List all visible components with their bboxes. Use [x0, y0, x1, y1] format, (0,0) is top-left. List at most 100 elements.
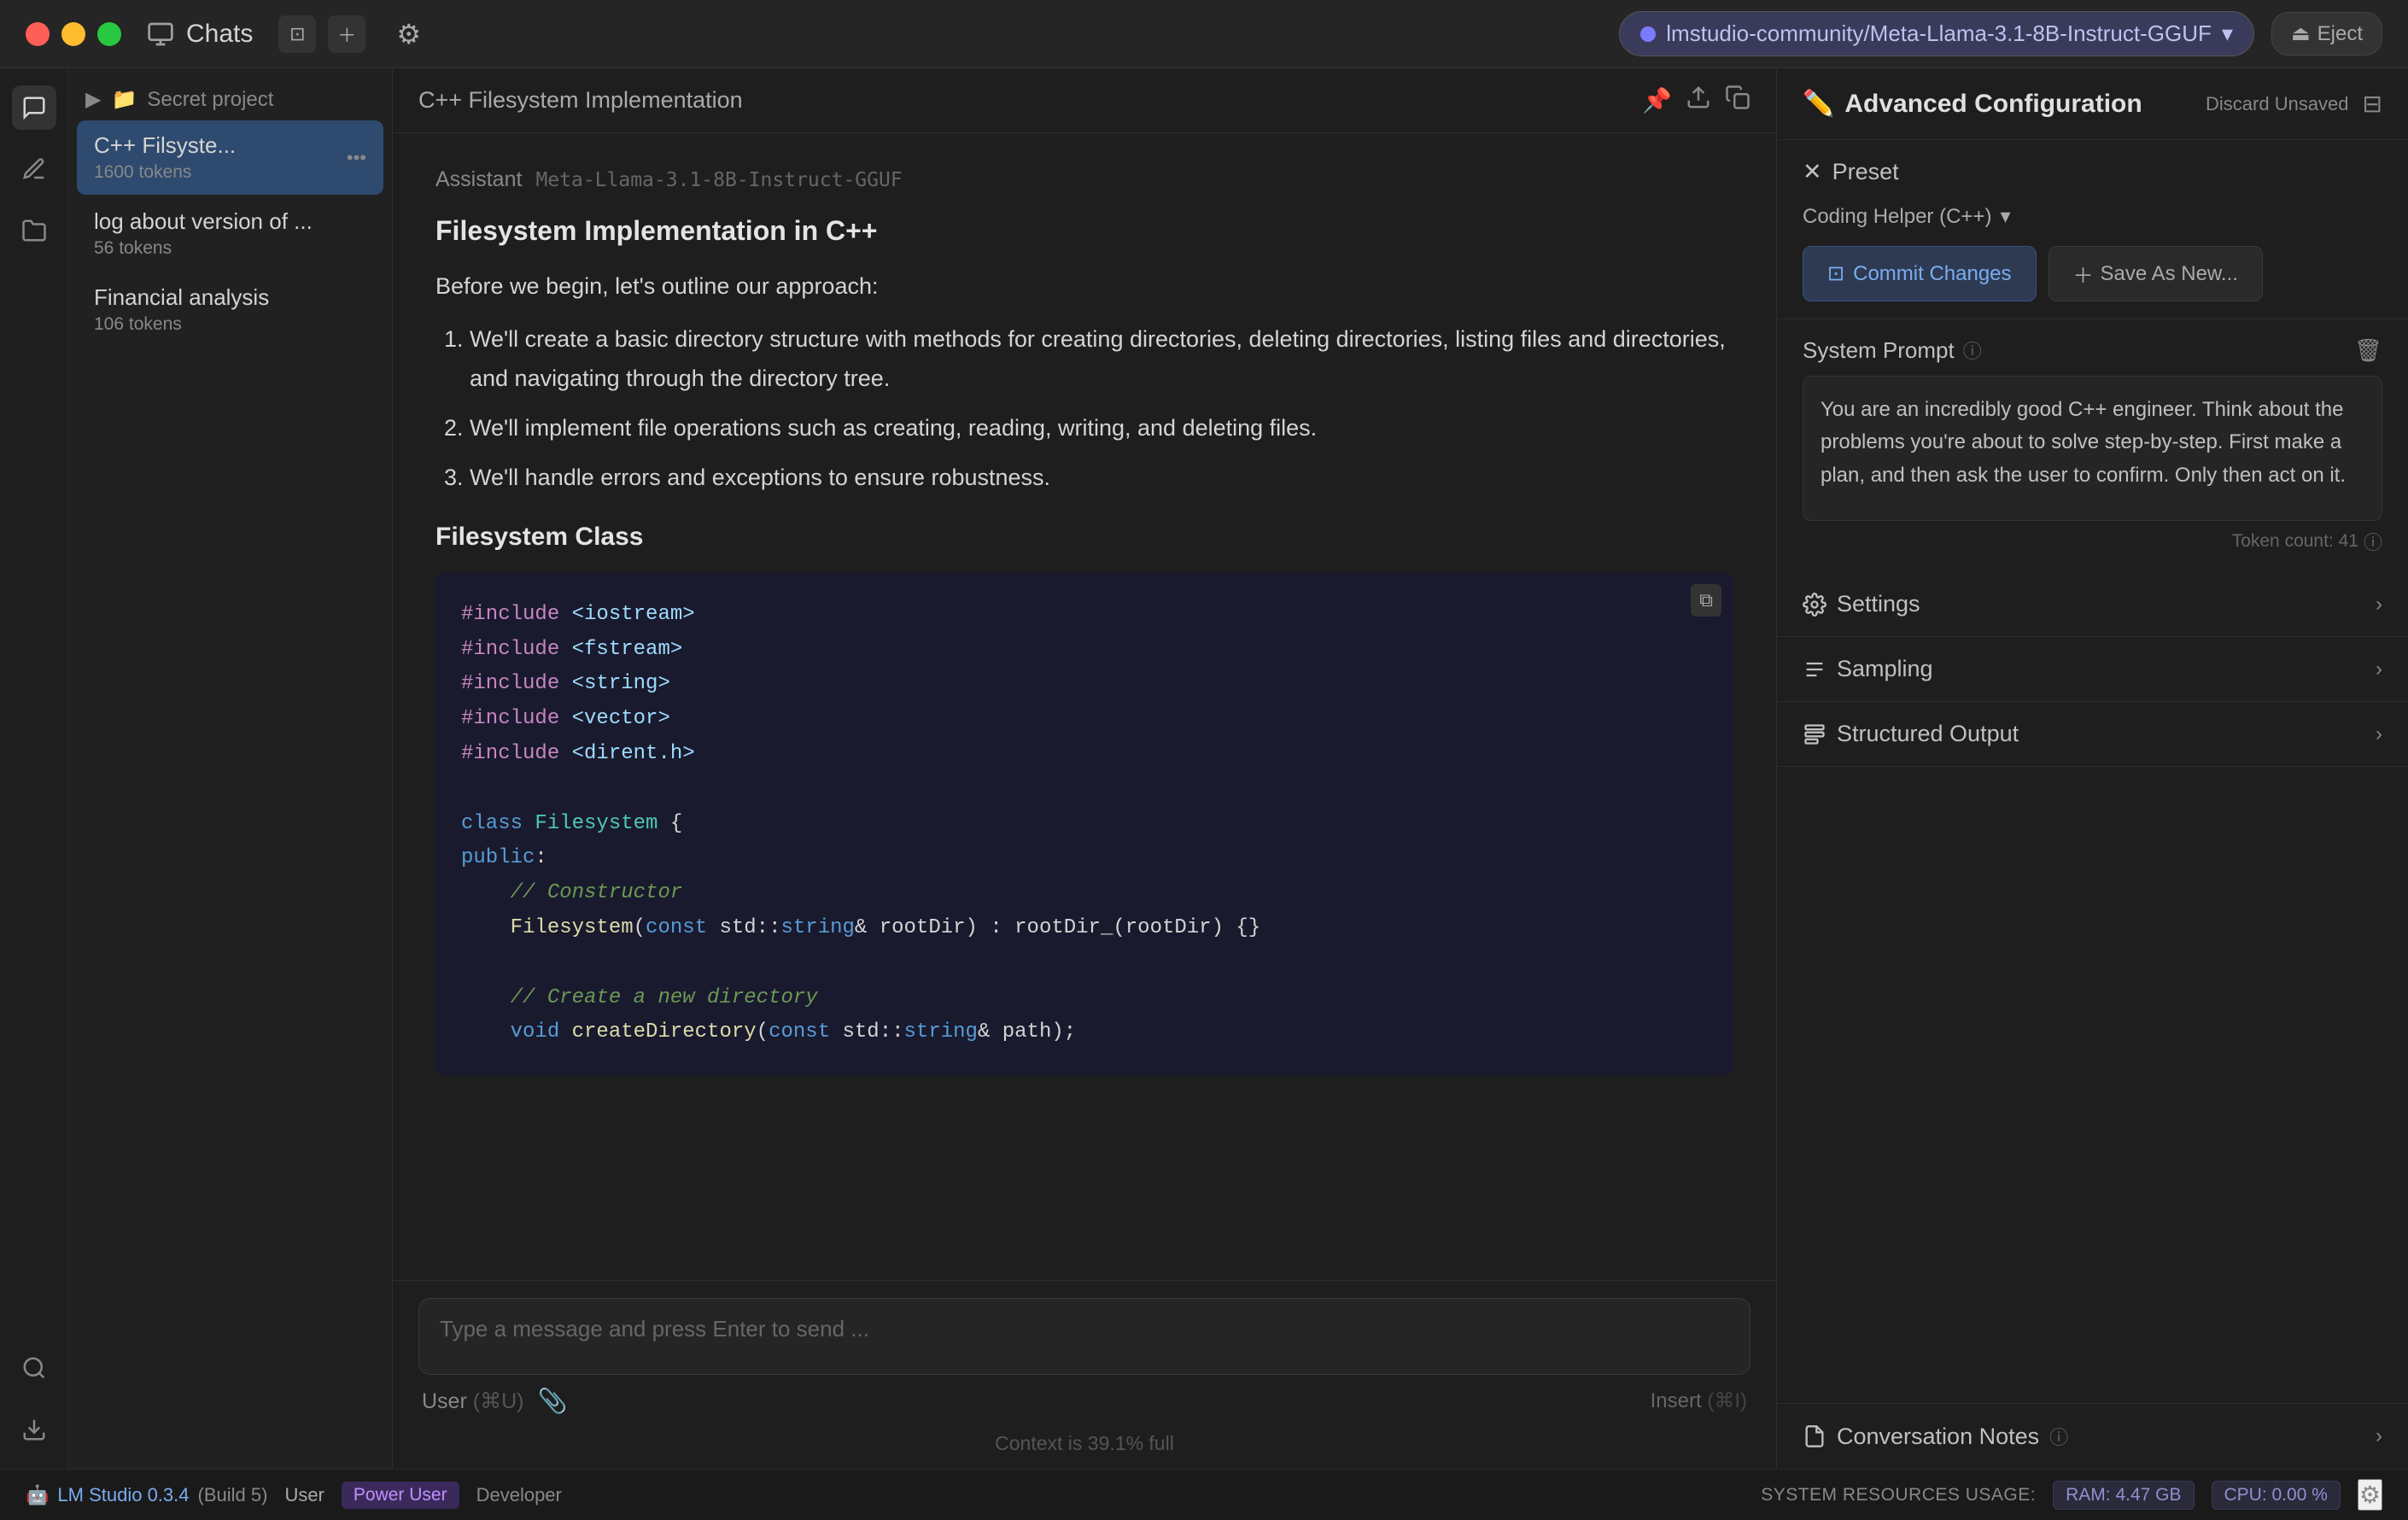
system-prompt-info-icon[interactable]: ⓘ [1963, 336, 1982, 364]
settings-title: Settings [1803, 591, 1920, 617]
attach-button[interactable]: 📎 [537, 1387, 567, 1415]
chat-input-left: User (⌘U) 📎 [422, 1387, 567, 1415]
maximize-button[interactable] [97, 22, 121, 46]
close-button[interactable] [26, 22, 50, 46]
user-role-label: User (⌘U) [422, 1388, 523, 1414]
sidebar-item-chat[interactable] [12, 85, 56, 130]
discard-button[interactable]: Discard Unsaved [2206, 93, 2349, 115]
preset-actions: ⊡ Commit Changes ＋ Save As New... [1777, 246, 2408, 319]
message-steps: We'll create a basic directory structure… [435, 320, 1733, 498]
conversation-notes-section[interactable]: Conversation Notes ⓘ › [1777, 1403, 2408, 1469]
system-prompt-header: System Prompt ⓘ 🗑 [1803, 319, 2382, 376]
statusbar-app-name: LM Studio 0.3.4 [57, 1484, 189, 1506]
copy-icon[interactable] [1725, 85, 1750, 116]
notes-info-icon[interactable]: ⓘ [2049, 1423, 2068, 1450]
new-folder-button[interactable]: ⊡ [278, 15, 316, 53]
message-header: Assistant Meta-Llama-3.1-8B-Instruct-GGU… [435, 167, 1733, 192]
sampling-title: Sampling [1803, 656, 1933, 682]
settings-icon[interactable]: ⚙ [396, 18, 421, 50]
sidebar-item-search[interactable] [12, 1346, 56, 1390]
message-model: Meta-Llama-3.1-8B-Instruct-GGUF [535, 169, 902, 191]
titlebar-icons: ⊡ ＋ [278, 15, 365, 53]
add-chat-button[interactable]: ＋ [328, 15, 365, 53]
step-3: We'll handle errors and exceptions to en… [470, 459, 1733, 498]
chats-tab[interactable]: Chats [147, 20, 253, 49]
sidebar-item-folder[interactable] [12, 208, 56, 253]
chat-item-name: Financial analysis [94, 284, 366, 311]
section-title: Filesystem Class [435, 515, 1733, 558]
system-prompt-delete-button[interactable]: 🗑 [2354, 337, 2382, 364]
statusbar-build: (Build 5) [198, 1484, 268, 1506]
settings-icon [1803, 593, 1826, 617]
commit-changes-button[interactable]: ⊡ Commit Changes [1803, 246, 2037, 301]
token-count-info-icon[interactable]: ⓘ [2364, 528, 2382, 555]
lm-studio-icon: 🤖 [26, 1484, 49, 1506]
chat-input-footer: User (⌘U) 📎 Insert (⌘I) [418, 1375, 1750, 1432]
preset-section: ✕ Preset Coding Helper (C++) ▾ ⊡ Commit … [1777, 140, 2408, 319]
chat-item-name: log about version of ... [94, 208, 366, 235]
preset-header: ✕ Preset [1777, 140, 2408, 204]
model-indicator [1640, 26, 1656, 42]
settings-chevron-icon: › [2376, 593, 2382, 617]
panel-layout-icon[interactable]: ⊟ [2363, 90, 2382, 118]
titlebar: Chats ⊡ ＋ ⚙ lmstudio-community/Meta-Llam… [0, 0, 2408, 68]
statusbar-gear-icon[interactable]: ⚙ [2358, 1479, 2382, 1511]
system-prompt-section: System Prompt ⓘ 🗑 You are an incredibly … [1777, 319, 2408, 572]
sampling-section[interactable]: Sampling › [1777, 637, 2408, 702]
chat-input-placeholder: Type a message and press Enter to send .… [440, 1316, 869, 1342]
settings-section[interactable]: Settings › [1777, 572, 2408, 637]
chat-item-log[interactable]: log about version of ... 56 tokens [77, 196, 383, 271]
structured-output-chevron-icon: › [2376, 722, 2382, 746]
code-content: #include <iostream> #include <fstream> #… [461, 598, 1708, 1050]
chat-input-box[interactable]: Type a message and press Enter to send .… [418, 1298, 1750, 1375]
chat-item-tokens: 56 tokens [94, 238, 366, 259]
main-content: ▶ 📁 Secret project C++ Filsyste... 1600 … [0, 68, 2408, 1469]
chat-sidebar: ▶ 📁 Secret project C++ Filsyste... 1600 … [68, 68, 393, 1469]
chat-header: C++ Filesystem Implementation 📌 [393, 68, 1776, 133]
eject-button[interactable]: ⏏ Eject [2271, 12, 2382, 56]
chevron-right-icon: ▶ [85, 87, 101, 112]
chat-messages: Assistant Meta-Llama-3.1-8B-Instruct-GGU… [393, 133, 1776, 1280]
notes-chevron-icon: › [2376, 1424, 2382, 1448]
notes-icon [1803, 1424, 1826, 1448]
chat-item-tokens: 1600 tokens [94, 162, 347, 183]
chat-group-secret-project[interactable]: ▶ 📁 Secret project [68, 80, 392, 119]
group-label: Secret project [147, 88, 273, 112]
ram-usage: RAM: 4.47 GB [2053, 1481, 2194, 1510]
minimize-button[interactable] [61, 22, 85, 46]
preset-title: ✕ Preset [1803, 159, 1899, 185]
cpu-usage: CPU: 0.00 % [2212, 1481, 2341, 1510]
power-user-badge[interactable]: Power User [342, 1482, 459, 1509]
chat-header-icons: 📌 [1642, 85, 1750, 116]
chat-header-title: C++ Filesystem Implementation [418, 87, 743, 114]
structured-output-icon [1803, 722, 1826, 746]
sampling-chevron-icon: › [2376, 658, 2382, 681]
close-icon: ✕ [1803, 159, 1822, 185]
coding-helper-dropdown[interactable]: Coding Helper (C++) ▾ [1803, 204, 2010, 229]
save-as-new-button[interactable]: ＋ Save As New... [2049, 246, 2263, 301]
system-prompt-textarea[interactable]: You are an incredibly good C++ engineer.… [1803, 376, 2382, 521]
traffic-lights [26, 22, 121, 46]
model-selector[interactable]: lmstudio-community/Meta-Llama-3.1-8B-Ins… [1619, 11, 2254, 56]
chat-item-cpp-filesystem[interactable]: C++ Filsyste... 1600 tokens ••• [77, 120, 383, 195]
statusbar: 🤖 LM Studio 0.3.4 (Build 5) User Power U… [0, 1469, 2408, 1520]
model-name: lmstudio-community/Meta-Llama-3.1-8B-Ins… [1666, 20, 2212, 47]
sidebar-item-compose[interactable] [12, 147, 56, 191]
statusbar-logo: 🤖 LM Studio 0.3.4 (Build 5) [26, 1484, 267, 1506]
message-role: Assistant [435, 167, 522, 192]
code-copy-button[interactable]: ⧉ [1691, 584, 1721, 617]
chat-area: C++ Filesystem Implementation 📌 Assistan… [393, 68, 1776, 1469]
folder-icon: 📁 [111, 87, 137, 112]
icon-sidebar [0, 68, 68, 1469]
system-resources-label: SYSTEM RESOURCES USAGE: [1761, 1485, 2036, 1505]
pin-icon[interactable]: 📌 [1642, 85, 1672, 116]
sampling-icon [1803, 658, 1826, 681]
structured-output-section[interactable]: Structured Output › [1777, 702, 2408, 767]
coding-helper-row: Coding Helper (C++) ▾ [1777, 204, 2408, 246]
share-icon[interactable] [1686, 85, 1711, 116]
chat-item-menu-icon[interactable]: ••• [347, 147, 366, 169]
chat-item-financial[interactable]: Financial analysis 106 tokens [77, 272, 383, 347]
sidebar-item-download[interactable] [12, 1407, 56, 1452]
chats-title: Chats [186, 20, 253, 49]
conversation-notes-title: Conversation Notes ⓘ [1803, 1423, 2068, 1450]
